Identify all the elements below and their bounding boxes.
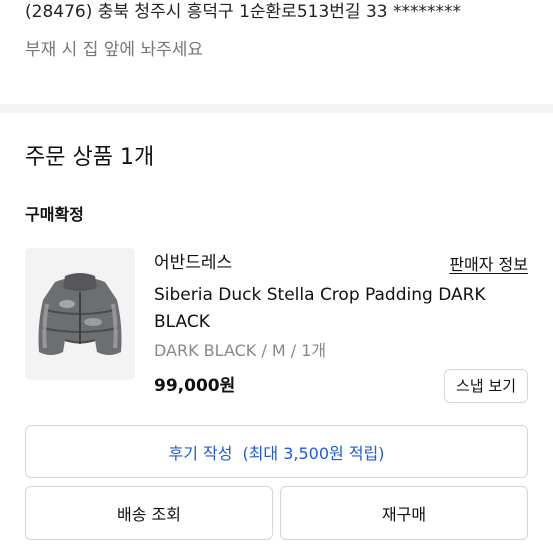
product-price: 99,000원 [154, 376, 236, 396]
seller-info-link[interactable]: 판매자 정보 [449, 253, 528, 277]
track-delivery-button[interactable]: 배송 조회 [25, 486, 273, 540]
puffer-jacket-image [25, 248, 135, 380]
order-items-title: 주문 상품 1개 [25, 145, 155, 170]
product-image[interactable] [25, 248, 135, 380]
section-divider [0, 104, 553, 113]
brand-name[interactable]: 어반드레스 [154, 251, 232, 275]
write-review-button[interactable]: 후기 작성 (최대 3,500원 적립) [25, 425, 528, 478]
product-name[interactable]: Siberia Duck Stella Crop Padding DARK BL… [154, 282, 519, 336]
product-option: DARK BLACK / M / 1개 [154, 341, 327, 360]
reorder-button[interactable]: 재구매 [280, 486, 528, 540]
delivery-memo: 부재 시 집 앞에 놔주세요 [25, 40, 204, 60]
review-label: 후기 작성 [168, 443, 233, 463]
shipping-address: (28476) 충북 청주시 흥덕구 1순환로513번길 33 ******** [25, 2, 461, 22]
order-status-label: 구매확정 [25, 205, 84, 224]
snap-view-button[interactable]: 스냅 보기 [444, 369, 528, 403]
review-reward-text: (최대 3,500원 적립) [242, 443, 385, 463]
